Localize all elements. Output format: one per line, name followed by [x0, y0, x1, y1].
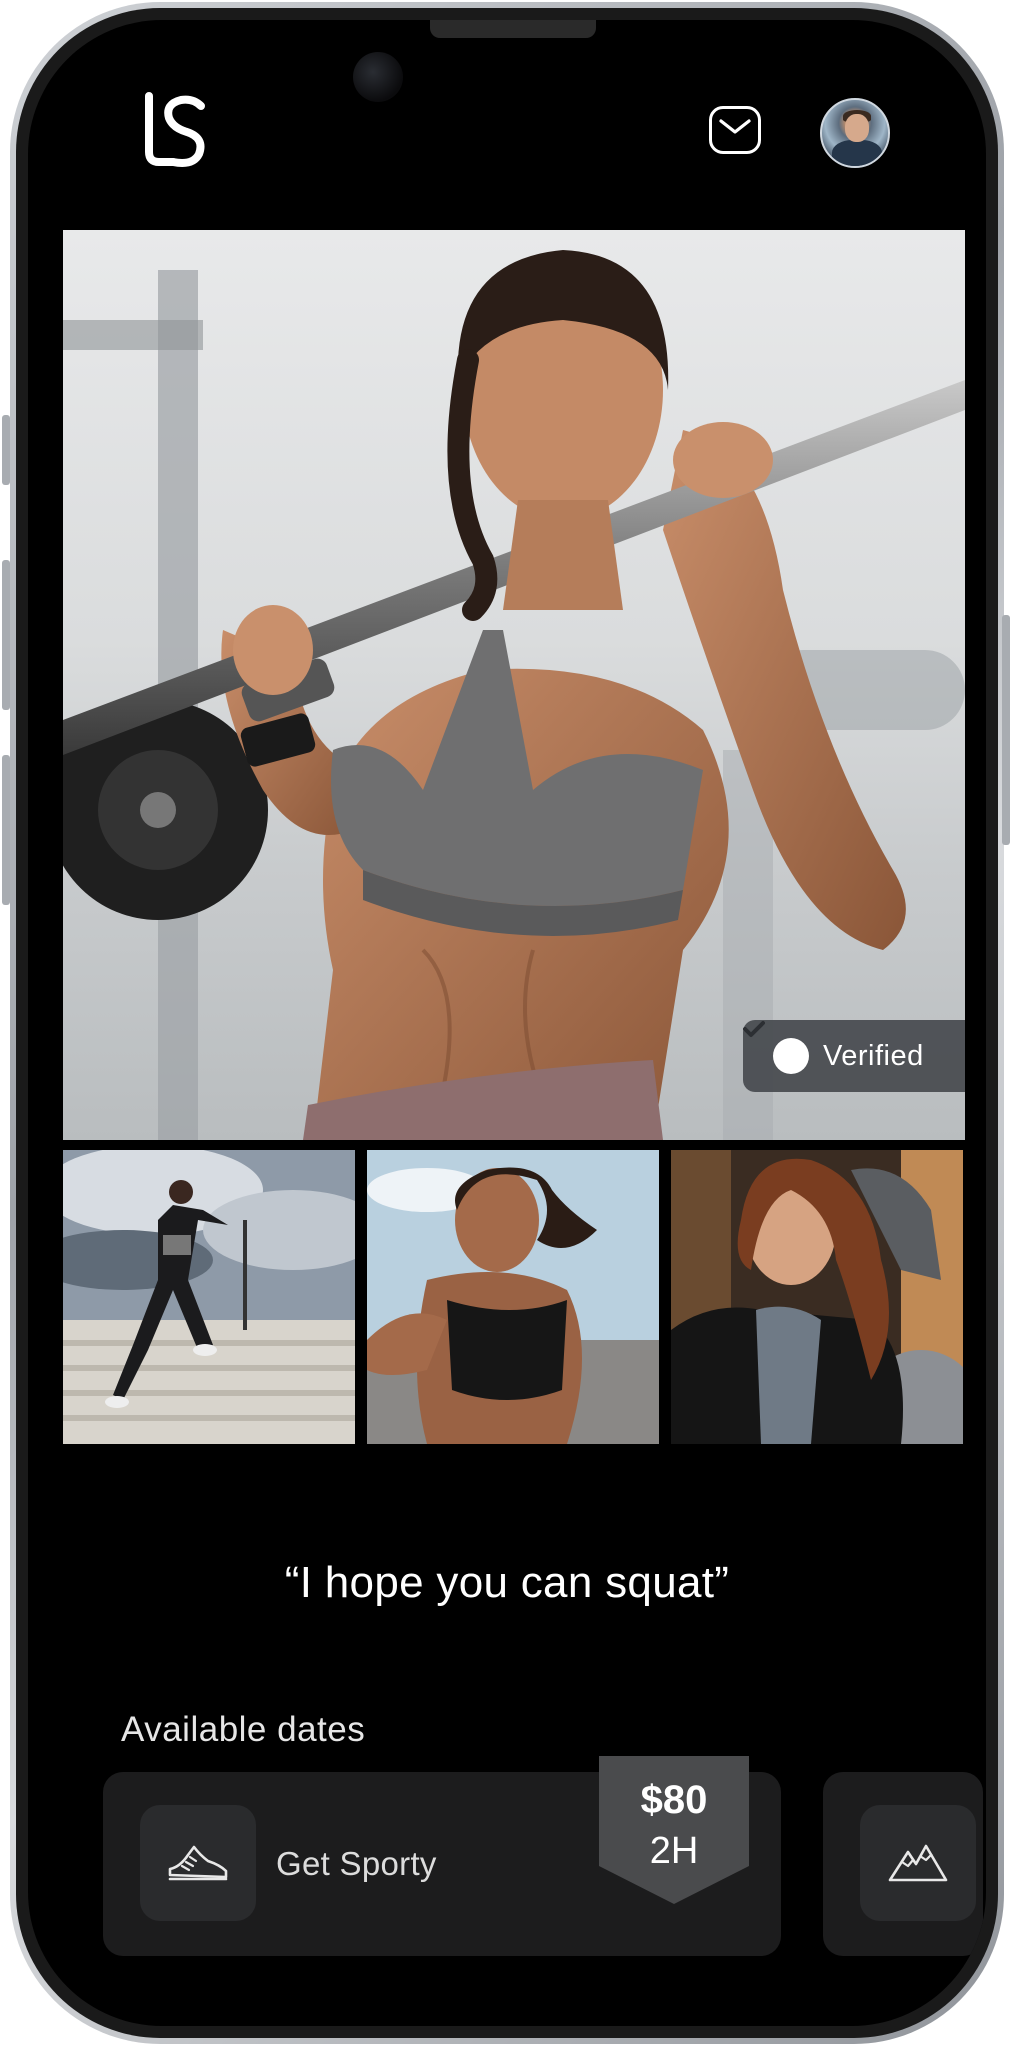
- app-screen: Verified “I hope you can squat” Availabl…: [28, 20, 986, 2026]
- messages-button[interactable]: [709, 106, 761, 154]
- phone-frame: Verified “I hope you can squat” Availabl…: [10, 2, 1004, 2044]
- mountain-icon: [888, 1844, 948, 1882]
- running-photo-illustration: [63, 1150, 355, 1444]
- photo-thumbnail-3[interactable]: [671, 1150, 963, 1444]
- date-card-icon-box: [860, 1805, 976, 1921]
- mail-icon: [719, 119, 751, 134]
- photo-thumbnail-1[interactable]: [63, 1150, 355, 1444]
- app-logo[interactable]: [143, 92, 213, 170]
- power-button: [1002, 615, 1010, 845]
- verified-label: Verified: [823, 1039, 924, 1072]
- date-card-duration: 2H: [649, 1830, 699, 1872]
- profile-quote: “I hope you can squat”: [284, 1558, 730, 1607]
- date-card-price: $80: [640, 1778, 708, 1822]
- date-card-icon-box: [140, 1805, 256, 1921]
- avatar-body: [832, 140, 882, 166]
- date-card-name: Get Sporty: [276, 1845, 437, 1882]
- outdoor-photo-illustration: [367, 1150, 659, 1444]
- motorcycle-photo-illustration: [671, 1150, 963, 1444]
- volume-down-button: [2, 755, 10, 905]
- price-tag: $80 2H: [599, 1756, 749, 1906]
- speaker-notch: [430, 20, 596, 38]
- date-card-get-sporty[interactable]: Get Sporty $80 2H: [103, 1756, 781, 1956]
- available-dates-title: Available dates: [121, 1710, 366, 1749]
- checkmark-icon: [743, 1021, 809, 1074]
- avatar-face: [845, 114, 869, 142]
- front-camera: [353, 52, 403, 102]
- mute-switch: [2, 415, 10, 485]
- profile-main-photo[interactable]: Verified: [63, 230, 965, 1140]
- sneaker-icon: [168, 1845, 228, 1881]
- photo-thumbnail-2[interactable]: [367, 1150, 659, 1444]
- phone-bezel: Verified “I hope you can squat” Availabl…: [16, 8, 998, 2038]
- user-avatar[interactable]: [820, 98, 890, 168]
- ls-logo-icon: [145, 92, 205, 167]
- verified-badge: Verified: [743, 1020, 965, 1092]
- volume-up-button: [2, 560, 10, 710]
- gym-photo-illustration: [63, 250, 965, 1140]
- date-card-outdoor[interactable]: [823, 1772, 983, 1956]
